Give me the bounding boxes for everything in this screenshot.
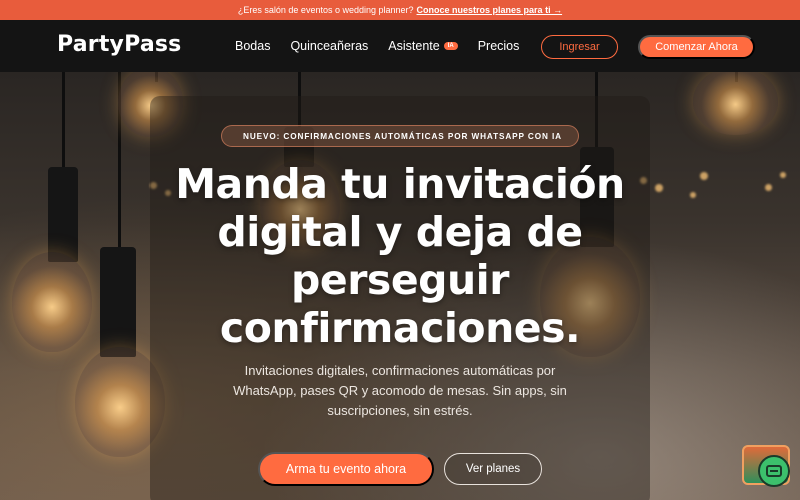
chat-button[interactable] — [758, 455, 790, 487]
hero-headline: Manda tu invitación digital y deja de pe… — [175, 160, 625, 352]
pill-text: NUEVO: CONFIRMACIONES AUTOMÁTICAS POR WH… — [243, 131, 562, 141]
bokeh-light — [655, 184, 663, 192]
bulb-socket — [100, 247, 136, 357]
bulb-socket — [48, 167, 78, 262]
bokeh-light — [700, 172, 708, 180]
announcement-link[interactable]: Conoce nuestros planes para ti → — [417, 5, 563, 15]
start-now-button[interactable]: Comenzar Ahora — [638, 35, 755, 59]
login-button[interactable]: Ingresar — [541, 35, 618, 59]
nav-menu: Bodas Quinceañeras Asistente IA Precios — [235, 20, 519, 72]
light-bulb — [12, 252, 92, 352]
nav-item-bodas[interactable]: Bodas — [235, 39, 270, 53]
create-event-button[interactable]: Arma tu evento ahora — [258, 452, 434, 486]
bulb-wire — [62, 72, 65, 172]
announcement-text: ¿Eres salón de eventos o wedding planner… — [237, 5, 414, 15]
hero-section: NUEVO: CONFIRMACIONES AUTOMÁTICAS POR WH… — [0, 72, 800, 500]
nav-item-label: Asistente — [388, 39, 440, 53]
light-bulb — [693, 72, 778, 135]
nav-item-label: Bodas — [235, 39, 271, 53]
bokeh-light — [690, 192, 696, 198]
nav-item-asistente[interactable]: Asistente IA — [388, 39, 458, 53]
view-plans-button[interactable]: Ver planes — [444, 453, 542, 485]
navbar: PartyPass Bodas Quinceañeras Asistente I… — [0, 20, 800, 72]
nav-item-precios[interactable]: Precios — [478, 39, 520, 53]
nav-item-label: Precios — [477, 39, 520, 53]
announcement-bar: ¿Eres salón de eventos o wedding planner… — [0, 0, 800, 20]
hero-subtitle: Invitaciones digitales, confirmaciones a… — [233, 363, 567, 418]
bokeh-light — [780, 172, 786, 178]
chat-icon — [766, 465, 782, 477]
ia-badge: IA — [443, 42, 458, 50]
logo[interactable]: PartyPass — [57, 32, 181, 57]
nav-item-label: Quinceañeras — [290, 39, 369, 53]
bokeh-light — [765, 184, 772, 191]
announcement-pill[interactable]: NUEVO: CONFIRMACIONES AUTOMÁTICAS POR WH… — [221, 125, 579, 147]
nav-item-quinceaneras[interactable]: Quinceañeras — [290, 39, 368, 53]
